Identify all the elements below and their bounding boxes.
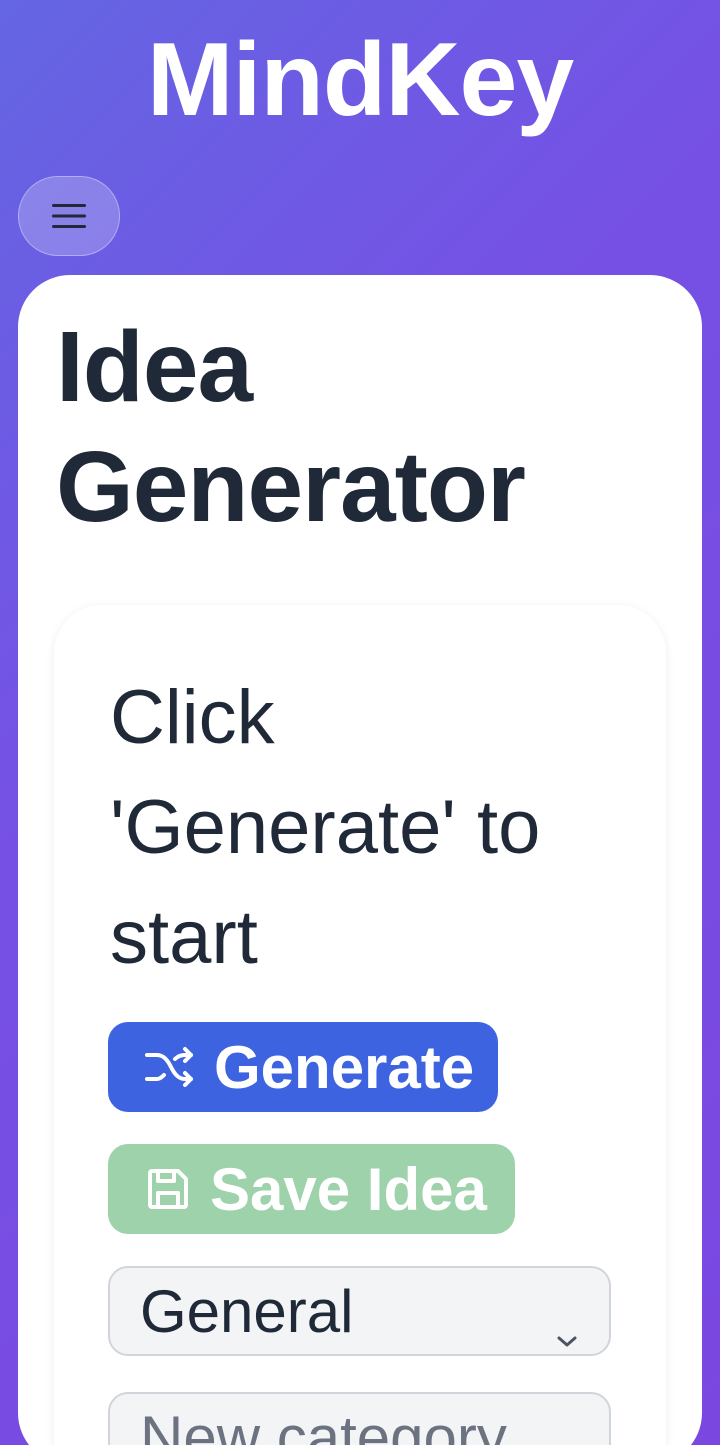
save-idea-button[interactable]: Save Idea — [108, 1144, 515, 1234]
idea-display-card: Click 'Generate' to start Generate Save … — [54, 605, 666, 1445]
category-select-value: General — [140, 1277, 354, 1345]
save-idea-button-label: Save Idea — [210, 1155, 487, 1223]
new-category-input[interactable] — [108, 1392, 611, 1445]
idea-text: Click 'Generate' to start — [110, 675, 541, 980]
chevron-down-icon — [555, 1298, 579, 1367]
save-icon — [144, 1165, 192, 1213]
page-title: Idea Generator — [56, 311, 526, 543]
shuffle-icon — [144, 1045, 196, 1089]
idea-generator-card: Idea Generator Click 'Generate' to start… — [18, 275, 702, 1445]
hamburger-menu-icon — [52, 203, 86, 229]
generate-button[interactable]: Generate — [108, 1022, 498, 1112]
category-select[interactable]: General — [108, 1266, 611, 1356]
generate-button-label: Generate — [214, 1033, 475, 1101]
menu-button[interactable] — [18, 176, 120, 256]
app-title: MindKey — [146, 22, 574, 138]
